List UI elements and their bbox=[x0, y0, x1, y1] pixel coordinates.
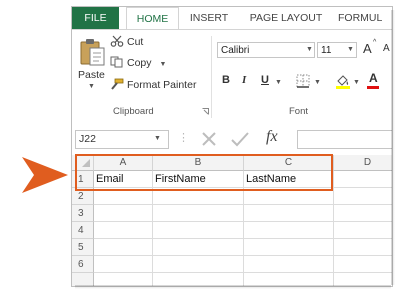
format-painter-label: Format Painter bbox=[127, 79, 197, 91]
group-separator bbox=[211, 36, 212, 118]
copy-icon bbox=[110, 56, 123, 68]
cell[interactable] bbox=[94, 222, 153, 239]
underline-dropdown-icon[interactable]: ▼ bbox=[275, 79, 282, 86]
font-size-value: 11 bbox=[321, 45, 332, 56]
format-painter-icon bbox=[111, 78, 124, 90]
cut-label: Cut bbox=[127, 36, 144, 48]
paste-button[interactable]: Paste ▼ bbox=[78, 36, 108, 96]
paste-label: Paste bbox=[78, 69, 105, 81]
scissors-icon bbox=[110, 35, 124, 47]
cell[interactable] bbox=[244, 256, 334, 273]
font-name-value: Calibri bbox=[221, 45, 250, 56]
shrink-font-button[interactable]: A bbox=[383, 43, 390, 54]
pointer-arrow-icon bbox=[22, 157, 68, 193]
row-header-4[interactable]: 4 bbox=[72, 222, 94, 239]
excel-window: FILE HOME INSERT PAGE LAYOUT FORMUL Past… bbox=[71, 6, 393, 287]
underline-button[interactable]: U bbox=[261, 74, 269, 86]
cell[interactable] bbox=[153, 239, 244, 256]
cell[interactable] bbox=[334, 239, 392, 256]
header-row-highlight bbox=[75, 154, 333, 191]
borders-dropdown-icon[interactable]: ▼ bbox=[314, 79, 321, 86]
cancel-icon[interactable] bbox=[200, 130, 218, 148]
cell[interactable] bbox=[153, 205, 244, 222]
name-box-value: J22 bbox=[79, 133, 96, 145]
cell[interactable] bbox=[244, 222, 334, 239]
copy-dropdown-icon[interactable]: ▼ bbox=[159, 61, 166, 68]
window-shadow-bottom bbox=[75, 285, 391, 289]
name-box-dropdown-icon[interactable]: ▼ bbox=[154, 135, 161, 142]
copy-button[interactable]: Copy ▼ bbox=[110, 56, 166, 69]
formula-bar: J22 ▼ ⋮ fx bbox=[72, 121, 392, 155]
tab-page-layout[interactable]: PAGE LAYOUT bbox=[244, 7, 328, 29]
tab-formulas[interactable]: FORMUL bbox=[338, 7, 392, 29]
paste-icon bbox=[80, 39, 105, 66]
fill-color-dropdown-icon[interactable]: ▼ bbox=[353, 79, 360, 86]
cell[interactable] bbox=[334, 222, 392, 239]
enter-check-icon[interactable] bbox=[230, 130, 250, 148]
font-color-swatch bbox=[367, 86, 379, 89]
paste-dropdown-icon[interactable]: ▼ bbox=[88, 83, 95, 90]
cell[interactable] bbox=[244, 205, 334, 222]
grow-font-button[interactable]: A bbox=[363, 41, 372, 56]
window-shadow-right bbox=[391, 10, 395, 285]
cell[interactable] bbox=[334, 205, 392, 222]
clipboard-group-label: Clipboard bbox=[113, 106, 154, 117]
tab-insert[interactable]: INSERT bbox=[186, 7, 232, 29]
font-group-label: Font bbox=[289, 106, 309, 117]
ribbon: Paste ▼ Cut Copy ▼ Format Painter Clipbo… bbox=[72, 29, 392, 123]
cell[interactable] bbox=[153, 222, 244, 239]
cell[interactable] bbox=[334, 188, 392, 205]
ribbon-tabs: FILE HOME INSERT PAGE LAYOUT FORMUL bbox=[72, 7, 392, 30]
cell-d1[interactable] bbox=[334, 171, 392, 188]
font-size-dropdown-icon[interactable]: ▼ bbox=[347, 46, 354, 53]
cell[interactable] bbox=[153, 256, 244, 273]
font-name-select[interactable]: Calibri bbox=[217, 42, 315, 58]
format-painter-button[interactable]: Format Painter bbox=[110, 78, 196, 91]
row-header-3[interactable]: 3 bbox=[72, 205, 94, 222]
row-header-5[interactable]: 5 bbox=[72, 239, 94, 256]
more-options-icon: ⋮ bbox=[178, 132, 189, 144]
cell[interactable] bbox=[334, 256, 392, 273]
cell[interactable] bbox=[94, 205, 153, 222]
font-color-button[interactable]: A bbox=[369, 71, 378, 85]
dialog-launcher-icon[interactable] bbox=[202, 108, 209, 115]
column-header-d[interactable]: D bbox=[334, 155, 392, 171]
cell[interactable] bbox=[94, 239, 153, 256]
row-header-6[interactable]: 6 bbox=[72, 256, 94, 273]
cut-button[interactable]: Cut bbox=[110, 35, 143, 48]
insert-function-button[interactable]: fx bbox=[266, 128, 278, 146]
cell[interactable] bbox=[94, 256, 153, 273]
fill-color-icon[interactable] bbox=[335, 73, 351, 89]
tab-home[interactable]: HOME bbox=[126, 7, 179, 30]
tab-file[interactable]: FILE bbox=[72, 7, 119, 29]
font-name-dropdown-icon[interactable]: ▼ bbox=[306, 46, 313, 53]
italic-button[interactable]: I bbox=[242, 74, 246, 86]
copy-label: Copy bbox=[127, 57, 152, 69]
formula-input[interactable] bbox=[297, 130, 392, 149]
bold-button[interactable]: B bbox=[222, 74, 230, 86]
grow-font-caret-icon: ^ bbox=[373, 39, 377, 46]
borders-icon[interactable] bbox=[296, 74, 311, 88]
cell[interactable] bbox=[244, 239, 334, 256]
